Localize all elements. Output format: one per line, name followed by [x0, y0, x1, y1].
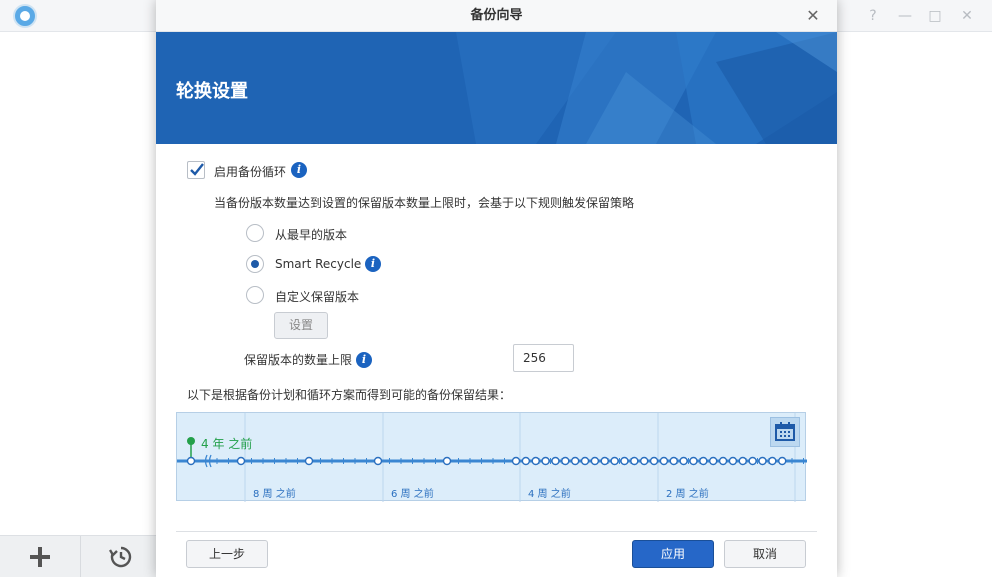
retention-timeline: 4 年 之前 8 周 之前 6 周 之前 4 周 之前 2 周 之前 — [176, 412, 807, 502]
settings-button[interactable]: 设置 — [274, 312, 328, 339]
restore-button[interactable] — [81, 536, 161, 577]
window-close-icon[interactable]: ✕ — [957, 6, 977, 26]
timeline-version-marker — [728, 456, 738, 466]
rotation-settings-form: 启用备份循环 i 当备份版本数量达到设置的保留版本数量上限时，会基于以下规则触发… — [156, 144, 837, 577]
timeline-version-marker — [709, 456, 718, 466]
banner-pattern — [456, 32, 837, 144]
timeline-version-marker — [679, 456, 688, 466]
timeline-version-marker — [304, 456, 314, 466]
timeline-version-marker — [521, 456, 531, 466]
timeline-week-label: 6 周 之前 — [391, 489, 434, 500]
timeline-version-marker — [669, 456, 678, 466]
timeline-week-label: 8 周 之前 — [253, 489, 296, 500]
info-icon[interactable]: i — [365, 256, 381, 272]
timeline-version-marker — [541, 456, 550, 466]
timeline-version-marker — [590, 456, 600, 466]
radio-oldest-version[interactable] — [246, 224, 264, 242]
timeline-version-marker — [699, 456, 708, 466]
dialog-banner: 轮换设置 — [156, 32, 837, 144]
timeline-version-marker — [580, 456, 590, 466]
timeline-version-marker — [649, 456, 659, 466]
timeline-version-marker — [689, 456, 698, 466]
option-oldest-version-label[interactable]: 从最早的版本 — [275, 226, 347, 243]
radio-custom-retention[interactable] — [246, 286, 264, 304]
timeline-version-marker — [373, 456, 383, 466]
calendar-button[interactable] — [770, 417, 800, 447]
minimize-icon[interactable]: — — [895, 6, 915, 26]
enable-rotation-checkbox[interactable] — [187, 161, 205, 179]
dialog-title: 备份向导 — [156, 0, 837, 32]
add-task-button[interactable] — [0, 536, 80, 577]
timeline-version-marker — [778, 456, 787, 466]
back-button[interactable]: 上一步 — [186, 540, 268, 568]
timeline-version-marker — [758, 456, 767, 466]
timeline-version-marker — [600, 456, 609, 466]
timeline-version-marker — [718, 456, 728, 466]
timeline-version-marker — [630, 456, 639, 466]
retention-result-text: 以下是根据备份计划和循环方案而得到可能的备份保留结果： — [187, 388, 512, 402]
timeline-version-marker — [659, 456, 669, 466]
timeline-start-label: 4 年 之前 — [201, 437, 253, 451]
cancel-button[interactable]: 取消 — [724, 540, 806, 568]
footer-divider — [176, 531, 817, 532]
option-custom-retention-label[interactable]: 自定义保留版本 — [275, 288, 359, 305]
timeline-version-marker — [186, 456, 196, 466]
timeline-version-marker — [442, 456, 452, 466]
checkmark-icon — [190, 163, 204, 176]
max-versions-input[interactable]: 256 — [513, 344, 574, 372]
timeline-version-marker — [748, 456, 757, 466]
maximize-icon[interactable]: □ — [925, 6, 945, 26]
app-bottom-toolbar — [0, 535, 160, 577]
timeline-version-marker — [639, 456, 649, 466]
backup-wizard-dialog: 备份向导 ✕ 轮换设置 启用备份循环 i 当备份版本数量达到设置的保留版本数量上… — [156, 0, 837, 577]
timeline-version-marker — [561, 456, 570, 466]
max-versions-label: 保留版本的数量上限 — [244, 353, 353, 367]
calendar-icon — [775, 422, 795, 441]
radio-smart-recycle[interactable] — [246, 255, 264, 273]
plus-icon — [30, 547, 50, 567]
timeline-version-marker — [570, 456, 580, 466]
rotation-description: 当备份版本数量达到设置的保留版本数量上限时，会基于以下规则触发保留策略 — [214, 196, 635, 210]
info-icon[interactable]: i — [291, 162, 307, 178]
timeline-week-label: 4 周 之前 — [528, 489, 571, 500]
timeline-version-marker — [511, 456, 521, 466]
option-smart-recycle-label[interactable]: Smart Recycle — [275, 257, 361, 271]
timeline-version-marker — [620, 456, 629, 466]
info-icon[interactable]: i — [356, 352, 372, 368]
enable-rotation-label[interactable]: 启用备份循环 — [214, 163, 286, 180]
timeline-week-label: 2 周 之前 — [666, 489, 709, 500]
close-icon[interactable]: ✕ — [803, 6, 823, 26]
timeline-version-marker — [531, 456, 540, 466]
banner-title: 轮换设置 — [176, 81, 248, 102]
timeline-version-marker — [738, 456, 747, 466]
apply-button[interactable]: 应用 — [632, 540, 714, 568]
hyper-backup-app-icon[interactable] — [13, 4, 37, 28]
timeline-version-marker — [610, 456, 619, 466]
timeline-version-marker — [236, 456, 246, 466]
timeline-version-marker — [768, 456, 777, 466]
timeline-version-marker — [551, 456, 560, 466]
history-icon — [108, 546, 132, 568]
help-icon[interactable]: ? — [863, 6, 883, 26]
